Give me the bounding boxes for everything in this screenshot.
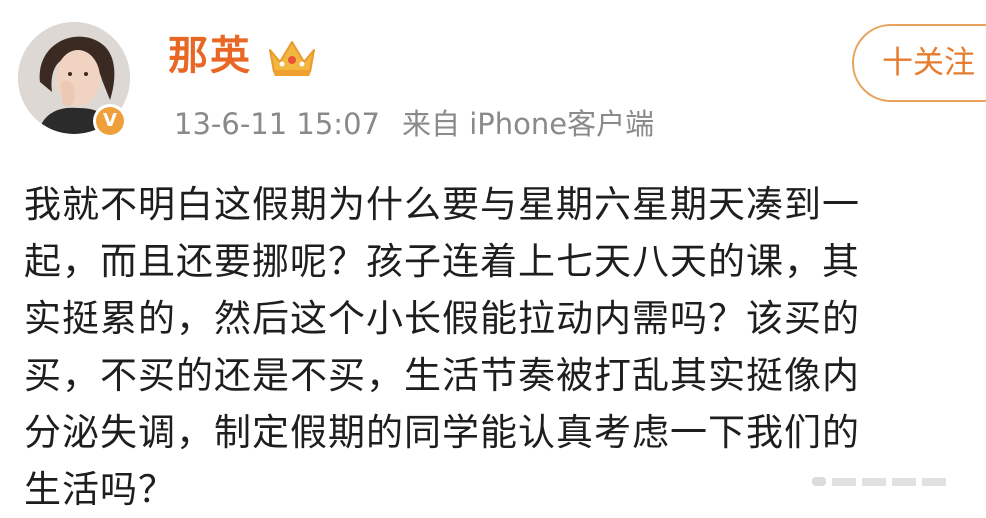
weibo-watermark — [812, 477, 946, 486]
post-content: 我就不明白这假期为什么要与星期六星期天凑到一 起，而且还要挪呢？孩子连着上七天八… — [24, 176, 986, 518]
content-line: 实挺累的，然后这个小长假能拉动内需吗？该买的 — [24, 297, 860, 340]
follow-button[interactable]: 十关注 — [852, 24, 986, 102]
source-prefix: 来自 — [401, 107, 460, 141]
post-meta: 13-6-11 15:07 来自 iPhone客户端 — [174, 102, 654, 146]
content-line: 分泌失调，制定假期的同学能认真考虑一下我们的 — [24, 411, 860, 454]
content-line: 买，不买的还是不买，生活节奏被打乱其实挺像内 — [24, 354, 860, 397]
crown-icon[interactable] — [266, 36, 318, 80]
verified-badge: V — [93, 104, 127, 138]
post-timestamp[interactable]: 13-6-11 15:07 — [174, 107, 380, 141]
username[interactable]: 那英 — [168, 26, 252, 86]
weibo-post: V 那英 13-6-11 15:07 来自 iPhone客户端 十关注 我就不明白… — [0, 0, 986, 511]
content-line: 起，而且还要挪呢？孩子连着上七天八天的课，其 — [24, 240, 860, 283]
post-source: iPhone客户端 — [469, 107, 655, 141]
verified-badge-icon: V — [96, 107, 124, 135]
content-line: 我就不明白这假期为什么要与星期六星期天凑到一 — [24, 183, 860, 226]
